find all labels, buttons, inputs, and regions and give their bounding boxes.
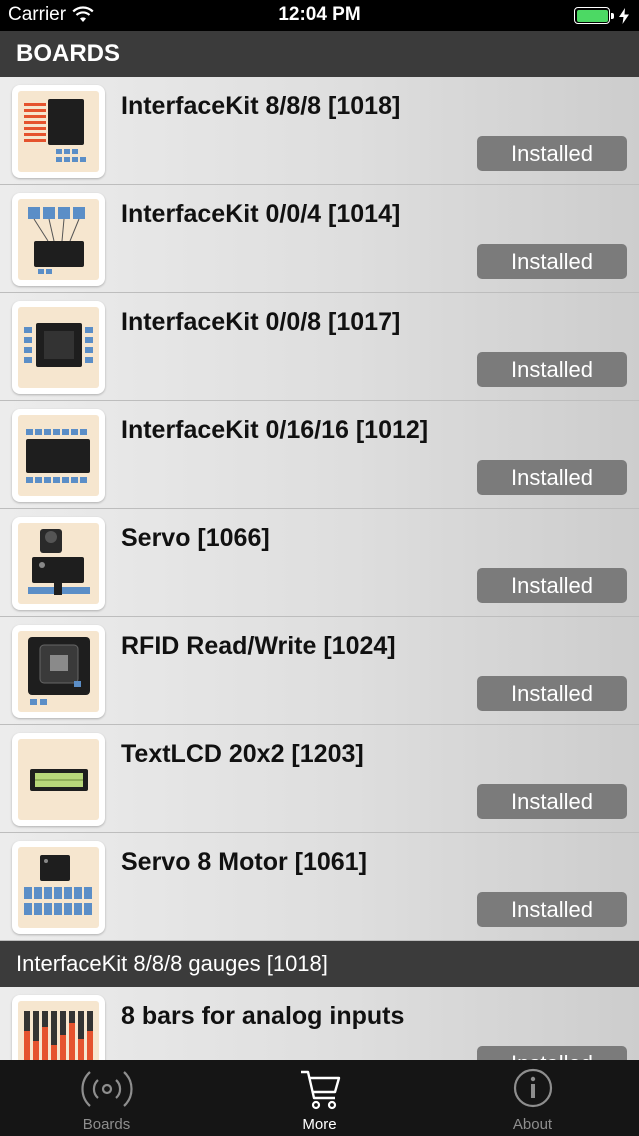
board-row[interactable]: InterfaceKit 0/16/16 [1012] Installed [0, 401, 639, 509]
board-thumbnail [12, 517, 105, 610]
board-title: InterfaceKit 0/0/4 [1014] [121, 200, 401, 228]
broadcast-icon [80, 1071, 133, 1107]
cart-icon [300, 1070, 340, 1110]
rfid-board-image [28, 637, 90, 705]
installed-button[interactable]: Installed [477, 460, 627, 495]
installed-button[interactable]: Installed [477, 568, 627, 603]
installed-button[interactable]: Installed [477, 892, 627, 927]
tab-about[interactable]: About [426, 1060, 639, 1136]
board-title: InterfaceKit 0/0/8 [1017] [121, 308, 401, 336]
board-row[interactable]: InterfaceKit 0/0/8 [1017] Installed [0, 293, 639, 401]
status-time: 12:04 PM [278, 4, 361, 25]
interfacekit-board-image [28, 207, 85, 274]
interfacekit-board-image [24, 323, 93, 367]
installed-button[interactable]: Installed [477, 244, 627, 279]
interfacekit-board-image [24, 99, 86, 162]
board-thumbnail [12, 625, 105, 718]
charging-bolt-icon [619, 7, 629, 24]
board-list[interactable]: BOARDS InterfaceKit 8/8/8 [1018] Install… [0, 31, 639, 1060]
tab-bar: Boards More About [0, 1060, 639, 1136]
board-thumbnail [12, 301, 105, 394]
tab-label: About [512, 1116, 553, 1133]
board-title: InterfaceKit 8/8/8 [1018] [121, 92, 401, 120]
section-header-gauges: InterfaceKit 8/8/8 gauges [1018] [0, 941, 639, 987]
board-thumbnail [12, 193, 105, 286]
board-row[interactable]: RFID Read/Write [1024] Installed [0, 617, 639, 725]
board-row[interactable]: InterfaceKit 0/0/4 [1014] Installed [0, 185, 639, 293]
bar-gauges-image [24, 1011, 93, 1060]
interfacekit-board-image [26, 429, 90, 483]
board-row[interactable]: TextLCD 20x2 [1203] Installed [0, 725, 639, 833]
board-row[interactable]: InterfaceKit 8/8/8 [1018] Installed [0, 77, 639, 185]
board-title: Servo [1066] [121, 524, 270, 552]
installed-button[interactable]: Installed [477, 352, 627, 387]
status-bar: Carrier 12:04 PM [0, 0, 639, 31]
tab-more[interactable]: More [213, 1060, 426, 1136]
board-title: RFID Read/Write [1024] [121, 632, 396, 660]
tab-boards[interactable]: Boards [0, 1060, 213, 1136]
board-row[interactable]: Servo [1066] Installed [0, 509, 639, 617]
gauge-row[interactable]: 8 bars for analog inputs Installed [0, 987, 639, 1060]
installed-button[interactable]: Installed [477, 1046, 627, 1060]
section-header-boards: BOARDS [0, 31, 639, 77]
gauge-thumbnail [12, 995, 105, 1060]
installed-button[interactable]: Installed [477, 136, 627, 171]
installed-button[interactable]: Installed [477, 676, 627, 711]
board-row[interactable]: Servo 8 Motor [1061] Installed [0, 833, 639, 941]
board-thumbnail [12, 409, 105, 502]
servo8-board-image [24, 855, 92, 915]
board-thumbnail [12, 85, 105, 178]
board-title: TextLCD 20x2 [1203] [121, 740, 364, 768]
tab-label: Boards [82, 1116, 131, 1133]
tab-label: More [302, 1116, 337, 1133]
gauge-title: 8 bars for analog inputs [121, 1002, 405, 1030]
board-thumbnail [12, 841, 105, 934]
textlcd-board-image [30, 769, 88, 791]
board-thumbnail [12, 733, 105, 826]
battery-charging-icon [574, 7, 629, 24]
servo-board-image [28, 529, 90, 595]
board-title: InterfaceKit 0/16/16 [1012] [121, 416, 429, 444]
installed-button[interactable]: Installed [477, 784, 627, 819]
info-icon [513, 1068, 552, 1108]
board-title: Servo 8 Motor [1061] [121, 848, 367, 876]
